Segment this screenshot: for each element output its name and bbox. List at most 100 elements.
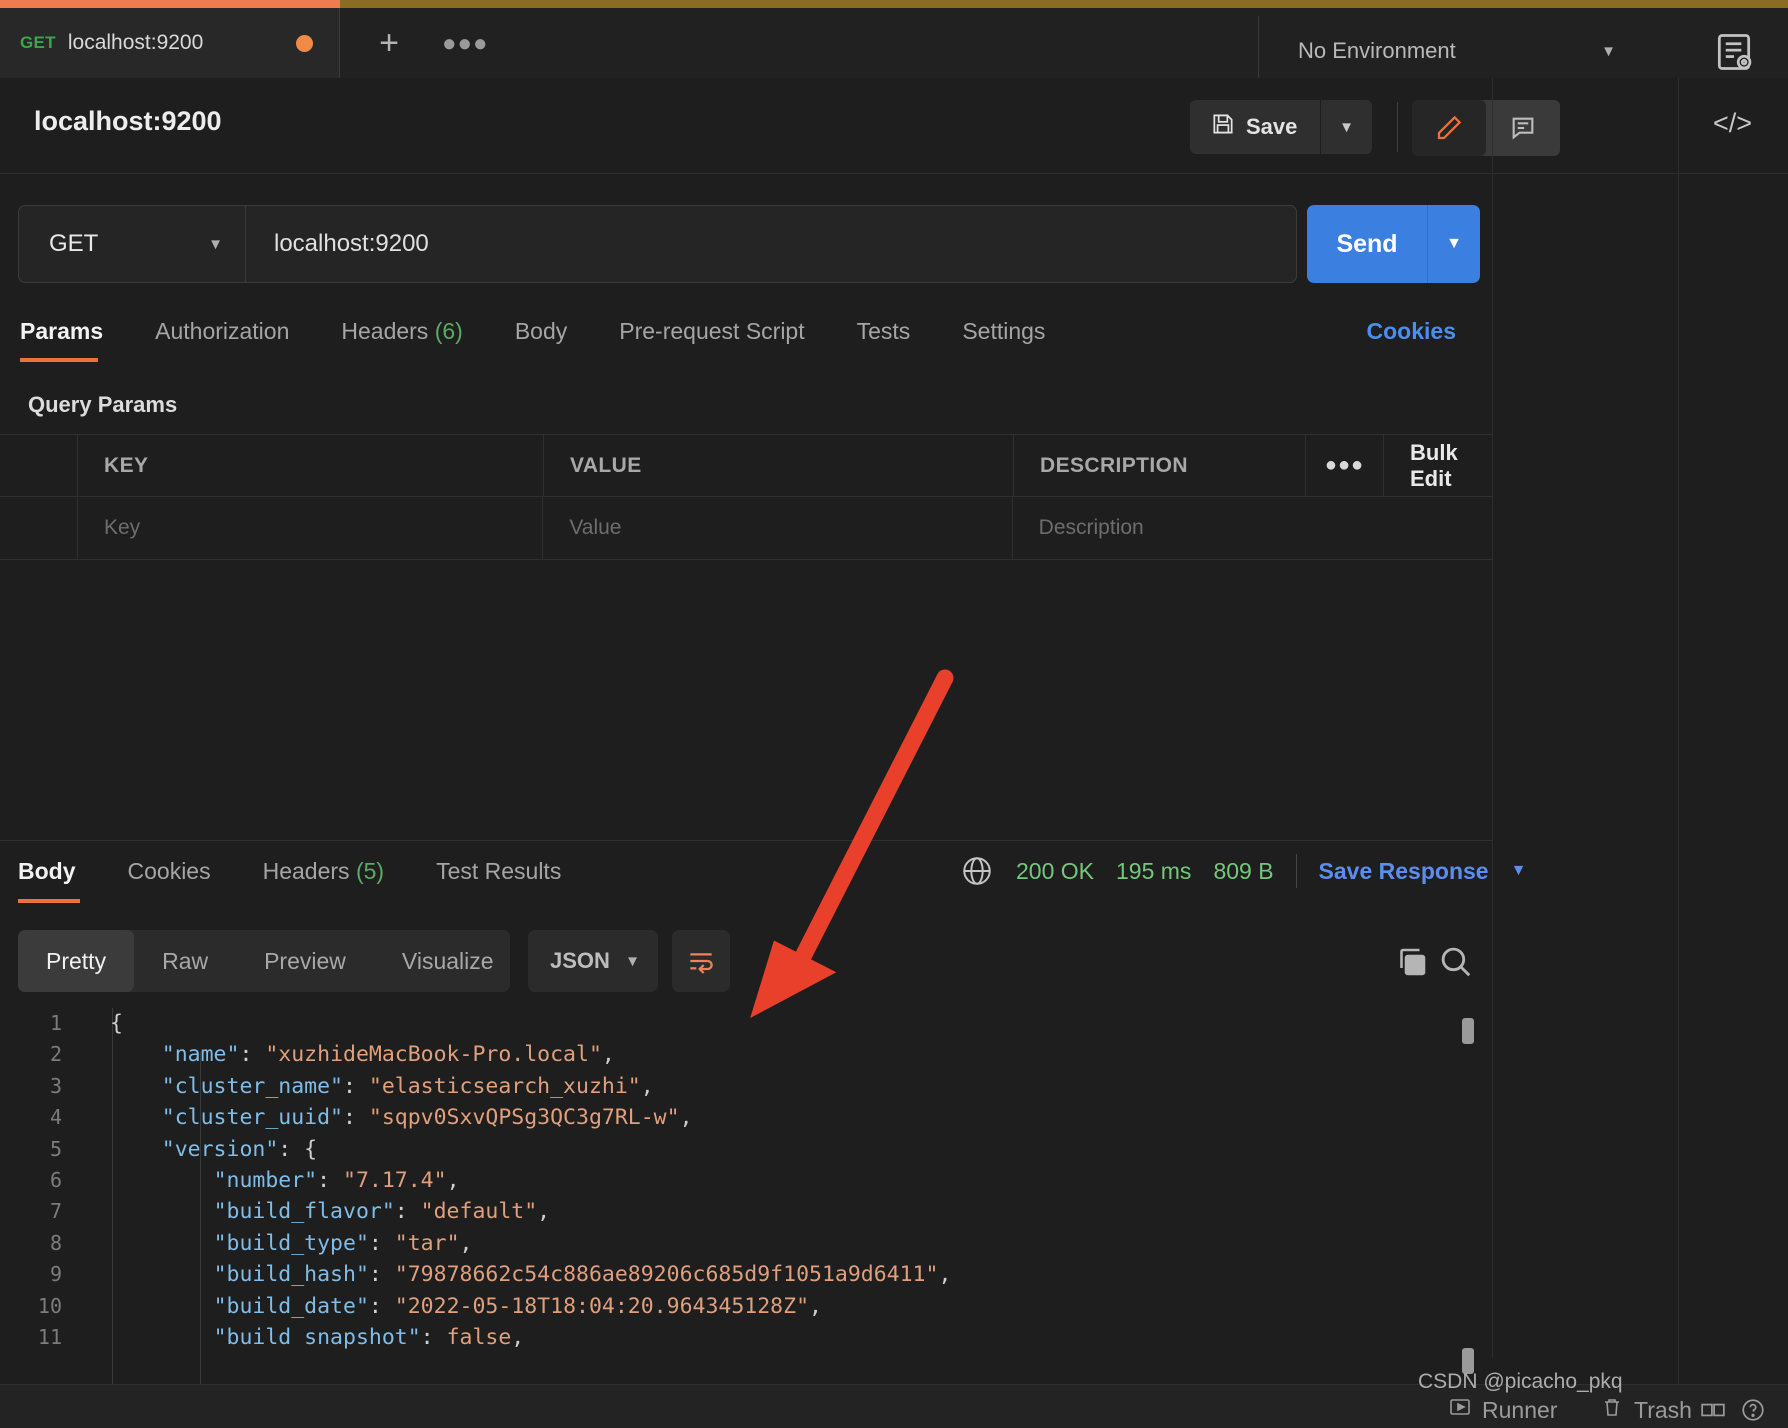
status-divider bbox=[1296, 854, 1297, 888]
response-tab-body-label: Body bbox=[18, 858, 76, 884]
response-tab-cookies[interactable]: Cookies bbox=[102, 858, 237, 885]
code-text: "build_date": "2022-05-18T18:04:20.96434… bbox=[110, 1291, 822, 1322]
cookies-link[interactable]: Cookies bbox=[1367, 318, 1456, 345]
save-button[interactable]: Save bbox=[1190, 100, 1320, 154]
status-badge: 200 OK bbox=[1016, 858, 1094, 885]
line-number: 9 bbox=[0, 1259, 82, 1290]
response-body-viewer[interactable]: 1{2 "name": "xuzhideMacBook-Pro.local",3… bbox=[0, 1008, 1492, 1384]
line-number: 1 bbox=[0, 1008, 82, 1039]
copy-icon[interactable] bbox=[1394, 944, 1430, 980]
view-raw-button[interactable]: Raw bbox=[134, 930, 236, 992]
environment-selector[interactable]: No Environment ▼ bbox=[1258, 16, 1658, 86]
question-icon[interactable] bbox=[1740, 1397, 1766, 1428]
environment-label: No Environment bbox=[1298, 38, 1456, 64]
line-number: 5 bbox=[0, 1134, 82, 1165]
send-button[interactable]: Send bbox=[1307, 205, 1427, 283]
runner-button[interactable]: Runner bbox=[1448, 1395, 1557, 1425]
line-number: 4 bbox=[0, 1102, 82, 1133]
response-tab-cookies-label: Cookies bbox=[128, 858, 211, 884]
code-line: 10 "build_date": "2022-05-18T18:04:20.96… bbox=[0, 1291, 951, 1322]
tab-headers-count: (6) bbox=[435, 318, 463, 344]
request-tab-localhost[interactable]: GET localhost:9200 bbox=[0, 8, 340, 78]
line-number: 2 bbox=[0, 1039, 82, 1070]
response-tab-body[interactable]: Body bbox=[18, 858, 102, 885]
tab-authorization-label: Authorization bbox=[155, 318, 289, 344]
column-header-key: KEY bbox=[104, 454, 148, 478]
url-input[interactable]: localhost:9200 bbox=[245, 205, 1297, 283]
view-pretty-button[interactable]: Pretty bbox=[18, 930, 134, 992]
tab-headers-label: Headers bbox=[341, 318, 428, 344]
tab-tests[interactable]: Tests bbox=[831, 318, 937, 345]
code-line: 3 "cluster_name": "elasticsearch_xuzhi", bbox=[0, 1071, 951, 1102]
line-number: 3 bbox=[0, 1071, 82, 1102]
http-method-select[interactable]: GET ▼ bbox=[18, 205, 245, 283]
table-more-options-icon[interactable]: ●●● bbox=[1325, 454, 1364, 477]
view-preview-button[interactable]: Preview bbox=[236, 930, 374, 992]
tab-pre-request-script[interactable]: Pre-request Script bbox=[593, 318, 830, 345]
two-pane-icon[interactable] bbox=[1700, 1397, 1726, 1428]
header-divider bbox=[1397, 102, 1398, 152]
view-mode-group bbox=[1412, 100, 1560, 156]
comment-mode-button[interactable] bbox=[1486, 100, 1560, 156]
send-options-caret[interactable]: ▼ bbox=[1427, 205, 1480, 283]
code-text: "build_hash": "79878662c54c886ae89206c68… bbox=[110, 1259, 951, 1290]
page-title: localhost:9200 bbox=[34, 106, 222, 137]
response-format-select[interactable]: JSON ▼ bbox=[528, 930, 658, 992]
response-tab-headers-count: (5) bbox=[356, 858, 384, 884]
save-response-caret[interactable]: ▼ bbox=[1511, 862, 1527, 880]
bulk-edit-button[interactable]: Bulk Edit bbox=[1410, 440, 1466, 492]
key-input[interactable]: Key bbox=[104, 516, 140, 540]
response-section-divider bbox=[0, 840, 1492, 841]
value-input[interactable]: Value bbox=[569, 516, 621, 540]
tab-headers[interactable]: Headers (6) bbox=[315, 318, 488, 345]
response-tab-test-results[interactable]: Test Results bbox=[410, 858, 587, 885]
code-text: "build snapshot": false, bbox=[110, 1322, 524, 1353]
wrap-lines-button[interactable] bbox=[672, 930, 730, 992]
code-line: 5 "version": { bbox=[0, 1134, 951, 1165]
save-response-button[interactable]: Save Response bbox=[1319, 858, 1489, 885]
edit-mode-button[interactable] bbox=[1412, 100, 1486, 156]
response-scrollbar-thumb[interactable] bbox=[1462, 1018, 1474, 1044]
code-text: "number": "7.17.4", bbox=[110, 1165, 460, 1196]
code-text: { bbox=[110, 1008, 123, 1039]
tab-tests-label: Tests bbox=[857, 318, 911, 344]
chevron-down-icon: ▼ bbox=[625, 953, 640, 970]
code-text: "build_flavor": "default", bbox=[110, 1196, 550, 1227]
query-params-title: Query Params bbox=[28, 392, 177, 418]
column-header-value: VALUE bbox=[570, 454, 642, 478]
runner-label: Runner bbox=[1482, 1397, 1557, 1424]
new-tab-icon[interactable]: + bbox=[368, 22, 410, 64]
response-tab-test-results-label: Test Results bbox=[436, 858, 561, 884]
line-number: 8 bbox=[0, 1228, 82, 1259]
search-icon[interactable] bbox=[1436, 942, 1474, 980]
tab-body-label: Body bbox=[515, 318, 567, 344]
row-checkbox-cell[interactable] bbox=[0, 497, 78, 559]
line-number: 10 bbox=[0, 1291, 82, 1322]
chevron-down-icon: ▼ bbox=[1601, 43, 1616, 60]
tab-params-label: Params bbox=[20, 318, 103, 344]
body-view-toggle-group: Pretty Raw Preview Visualize bbox=[18, 930, 510, 992]
line-number: 6 bbox=[0, 1165, 82, 1196]
tab-method-label: GET bbox=[20, 33, 56, 53]
trash-button[interactable]: Trash bbox=[1600, 1395, 1692, 1425]
request-header-bar: localhost:9200 Save ▼ </> bbox=[0, 78, 1788, 174]
table-row[interactable]: Key Value Description bbox=[0, 497, 1492, 560]
tab-settings[interactable]: Settings bbox=[936, 318, 1071, 345]
description-input[interactable]: Description bbox=[1039, 516, 1144, 540]
save-options-caret[interactable]: ▼ bbox=[1320, 100, 1372, 154]
tab-params[interactable]: Params bbox=[20, 318, 129, 345]
view-visualize-button[interactable]: Visualize bbox=[374, 930, 522, 992]
code-text: "name": "xuzhideMacBook-Pro.local", bbox=[110, 1039, 615, 1070]
globe-icon bbox=[960, 854, 994, 888]
response-tab-headers[interactable]: Headers (5) bbox=[237, 858, 410, 885]
url-bar-row: GET ▼ localhost:9200 Send ▼ bbox=[0, 205, 1788, 297]
tab-authorization[interactable]: Authorization bbox=[129, 318, 315, 345]
response-format-label: JSON bbox=[550, 948, 610, 974]
tab-settings-label: Settings bbox=[962, 318, 1045, 344]
code-line: 2 "name": "xuzhideMacBook-Pro.local", bbox=[0, 1039, 951, 1070]
code-line: 7 "build_flavor": "default", bbox=[0, 1196, 951, 1227]
tab-more-options-icon[interactable]: ●●● bbox=[442, 30, 489, 58]
response-size: 809 B bbox=[1213, 858, 1273, 885]
tab-body[interactable]: Body bbox=[489, 318, 593, 345]
environment-quick-look-icon[interactable] bbox=[1712, 30, 1756, 74]
